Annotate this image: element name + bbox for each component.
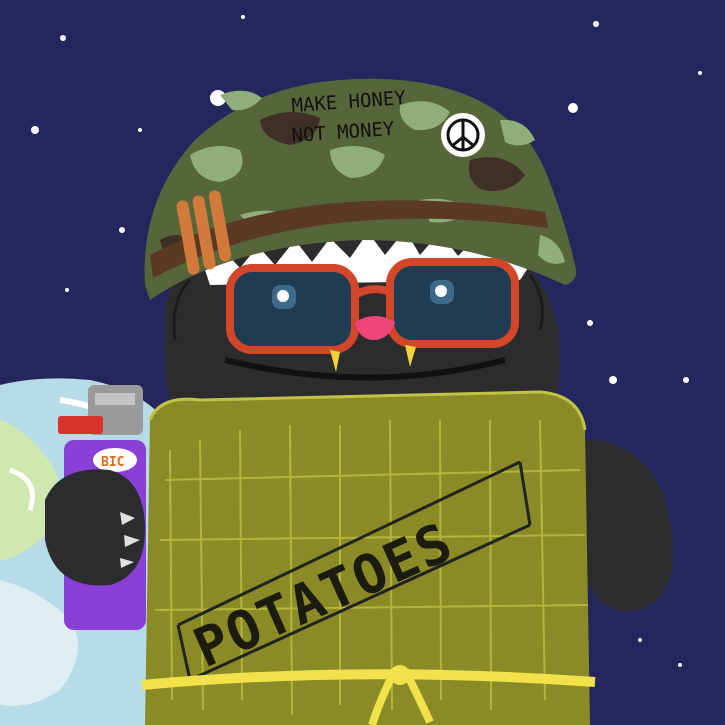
star-icon [60, 35, 66, 41]
star-icon [683, 377, 689, 383]
scene: MAKE HONEY NOT MONEY POTATOES BIC [0, 0, 725, 725]
lighter-brand: BIC [101, 455, 124, 470]
star-icon [31, 126, 39, 134]
potato-sack: POTATOES [141, 390, 596, 725]
star-icon [678, 663, 682, 667]
star-icon [138, 128, 142, 132]
star-icon [568, 103, 578, 113]
star-icon [609, 376, 617, 384]
star-icon [698, 71, 702, 75]
star-icon [241, 15, 245, 19]
star-icon [65, 288, 69, 292]
left-hand [45, 469, 145, 586]
star-icon [587, 320, 593, 326]
star-icon [593, 21, 599, 27]
star-icon [638, 638, 642, 642]
star-icon [119, 227, 125, 233]
peace-icon [441, 113, 485, 157]
